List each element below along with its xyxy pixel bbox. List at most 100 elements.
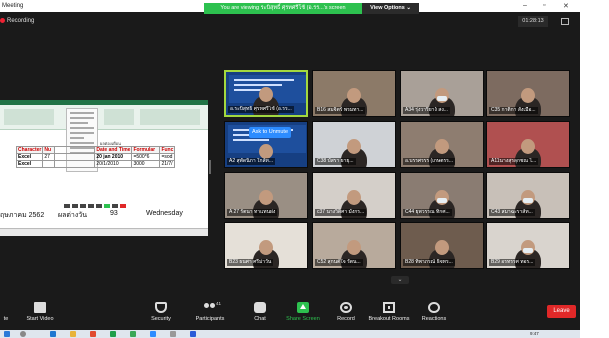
- participant-name: อ.บรรศรรร (เกษตรร...: [403, 158, 456, 165]
- start-video-button[interactable]: Start Video: [20, 302, 60, 322]
- breakout-rooms-button[interactable]: Breakout Rooms: [366, 302, 412, 322]
- reactions-button[interactable]: Reactions: [420, 302, 448, 322]
- cell: 20/1/2010: [94, 160, 133, 168]
- cell: [54, 160, 96, 168]
- chrome-icon[interactable]: [90, 331, 96, 337]
- participant-tile[interactable]: A34 รุ่งวาริยาง์ สง...: [400, 70, 484, 117]
- minimize-icon[interactable]: –: [523, 2, 527, 9]
- ask-to-unmute-button[interactable]: Ask to Unmute: [249, 127, 291, 138]
- participant-tile[interactable]: A 27 รัตนา ทาแทนผ่ง: [224, 172, 308, 219]
- header-cell: Nu: [42, 146, 56, 154]
- participant-name: B29 อรทรรศ ทอร...: [489, 259, 536, 266]
- app-icon[interactable]: [170, 331, 176, 337]
- mute-button[interactable]: te: [0, 302, 12, 322]
- cell: 27: [42, 153, 56, 161]
- zoom-icon[interactable]: [150, 331, 156, 337]
- security-button[interactable]: Security: [146, 302, 176, 322]
- participant-tile[interactable]: B23 ธนศา ศรีม่าวัน: [224, 222, 308, 269]
- participant-face: [347, 240, 361, 255]
- table-row: Excel 27 20 jan 2010 =500*6 =sod: [15, 153, 176, 161]
- participant-face: [435, 240, 449, 255]
- share-screen-icon: [297, 302, 309, 313]
- participant-name: A 27 รัตนา ทาแทนผ่ง: [227, 209, 278, 216]
- cell: [42, 160, 56, 168]
- video-camera-icon: [34, 302, 46, 313]
- participant-face: [259, 190, 273, 205]
- record-dot-icon: [0, 18, 5, 23]
- edge-icon[interactable]: [50, 331, 56, 337]
- participant-name: C44 ยุพวรรณ ทิกศ...: [403, 209, 452, 216]
- participant-name: A11นางสุรลุกชณ ไ...: [489, 158, 539, 165]
- cell: 3000: [131, 160, 161, 168]
- participant-tile[interactable]: C44 ยุพวรรณ ทิกศ...: [400, 172, 484, 219]
- participant-name: A34 รุ่งวาริยาง์ สง...: [403, 107, 450, 114]
- participant-name: B16 สมจิตร์ พรมทา...: [315, 107, 366, 114]
- cell: Excel: [15, 160, 44, 168]
- participant-tile[interactable]: B28 ทิพาภรณ์ ธิจทร...: [400, 222, 484, 269]
- participant-tile[interactable]: Ask to Unmute A2 สุพัดนิภา ใกล้ท...: [224, 121, 308, 168]
- participant-tile[interactable]: C43 สมาฉะราส์ท...: [486, 172, 570, 219]
- header-cell: Func: [159, 146, 176, 154]
- participants-button[interactable]: 41 Participants: [192, 301, 228, 322]
- cell: Excel: [15, 153, 44, 161]
- meeting-timer: 01:28:13: [518, 16, 548, 27]
- taskbar-clock: 9:47: [530, 331, 539, 336]
- participant-face: [347, 88, 361, 103]
- participant-tile[interactable]: c37 นางวิดิศา มังกร...: [312, 172, 396, 219]
- participant-name: อ.ระบิสุทธิ์ ศุรทศรีโช้ (อ.รร...: [228, 106, 294, 113]
- chat-icon: [254, 302, 266, 313]
- share-screen-button[interactable]: Share Screen: [284, 302, 322, 322]
- header-cell: Date and Time: [94, 146, 133, 154]
- gallery-view-icon[interactable]: [561, 18, 569, 25]
- face-mask: [437, 96, 447, 101]
- cell: 20 jan 2010: [94, 153, 133, 161]
- chevron-down-icon[interactable]: ⌄: [391, 276, 409, 284]
- participant-name: A2 สุพัดนิภา ใกล้ท...: [227, 158, 276, 165]
- view-options-button[interactable]: View Options ⌄: [362, 3, 419, 14]
- chat-button[interactable]: Chat: [250, 302, 270, 322]
- recording-indicator: Recording: [0, 18, 34, 24]
- participant-tile[interactable]: อ.บรรศรรร (เกษตรร...: [400, 121, 484, 168]
- cell: =sod: [159, 153, 176, 161]
- shield-icon: [155, 302, 167, 313]
- participant-face: [259, 144, 273, 159]
- line-icon[interactable]: [130, 331, 136, 337]
- participant-face: [347, 139, 361, 154]
- record-icon: [340, 302, 352, 313]
- participant-tile[interactable]: A11นางสุรลุกชณ ไ...: [486, 121, 570, 168]
- participant-tile[interactable]: C38 บัสรา ยายุ...: [312, 121, 396, 168]
- participant-name: c37 นางวิดิศา มังกร...: [315, 209, 367, 216]
- start-icon[interactable]: [4, 331, 10, 337]
- participant-tile[interactable]: อ.ระบิสุทธิ์ ศุรทศรีโช้ (อ.รร...: [224, 70, 308, 117]
- maximize-icon[interactable]: ▫: [543, 2, 545, 9]
- participant-name: C38 บัสรา ยายุ...: [315, 158, 356, 165]
- participant-tile[interactable]: B16 สมจิตร์ พรมทา...: [312, 70, 396, 117]
- participant-face: [521, 139, 535, 154]
- table-row: Excel 20/1/2010 3000 21/7/: [15, 160, 176, 168]
- face-mask: [437, 198, 447, 203]
- breakout-rooms-icon: [383, 302, 395, 313]
- table-header-row: Character Nu Date and Time Formular Func: [15, 146, 176, 154]
- participant-tile[interactable]: B29 อรทรรศ ทอร...: [486, 222, 570, 269]
- zoom-window: Meeting – ▫ ✕ You are viewing ระบิสุทธิ์…: [0, 0, 580, 338]
- face-mask: [523, 198, 533, 203]
- search-icon[interactable]: [20, 331, 26, 337]
- close-icon[interactable]: ✕: [563, 2, 569, 10]
- caption-day: Wednesday: [146, 210, 183, 217]
- leave-button[interactable]: Leave: [547, 305, 576, 318]
- participant-name: C43 สมาฉะราส์ท...: [489, 209, 535, 216]
- participant-tile[interactable]: C52 สุกนต์ใจ รัตน...: [312, 222, 396, 269]
- caption-num: 93: [110, 210, 118, 217]
- participant-face: [259, 240, 273, 255]
- participant-tile[interactable]: C35 กาติกา สังเมือ...: [486, 70, 570, 117]
- folder-icon[interactable]: [70, 331, 76, 337]
- excel-icon[interactable]: [110, 331, 116, 337]
- participant-name: C52 สุกนต์ใจ รัตน...: [315, 259, 363, 266]
- window-title: Meeting: [2, 3, 24, 9]
- viewing-banner: You are viewing ระบิสุทธิ์ ศุรทศรีโช้ (อ…: [204, 3, 362, 14]
- split-handle[interactable]: [209, 160, 211, 174]
- word-icon[interactable]: [190, 331, 196, 337]
- mini-toolbar: [0, 202, 208, 209]
- record-button[interactable]: Record: [334, 302, 358, 322]
- header-cell: Formular: [131, 146, 161, 154]
